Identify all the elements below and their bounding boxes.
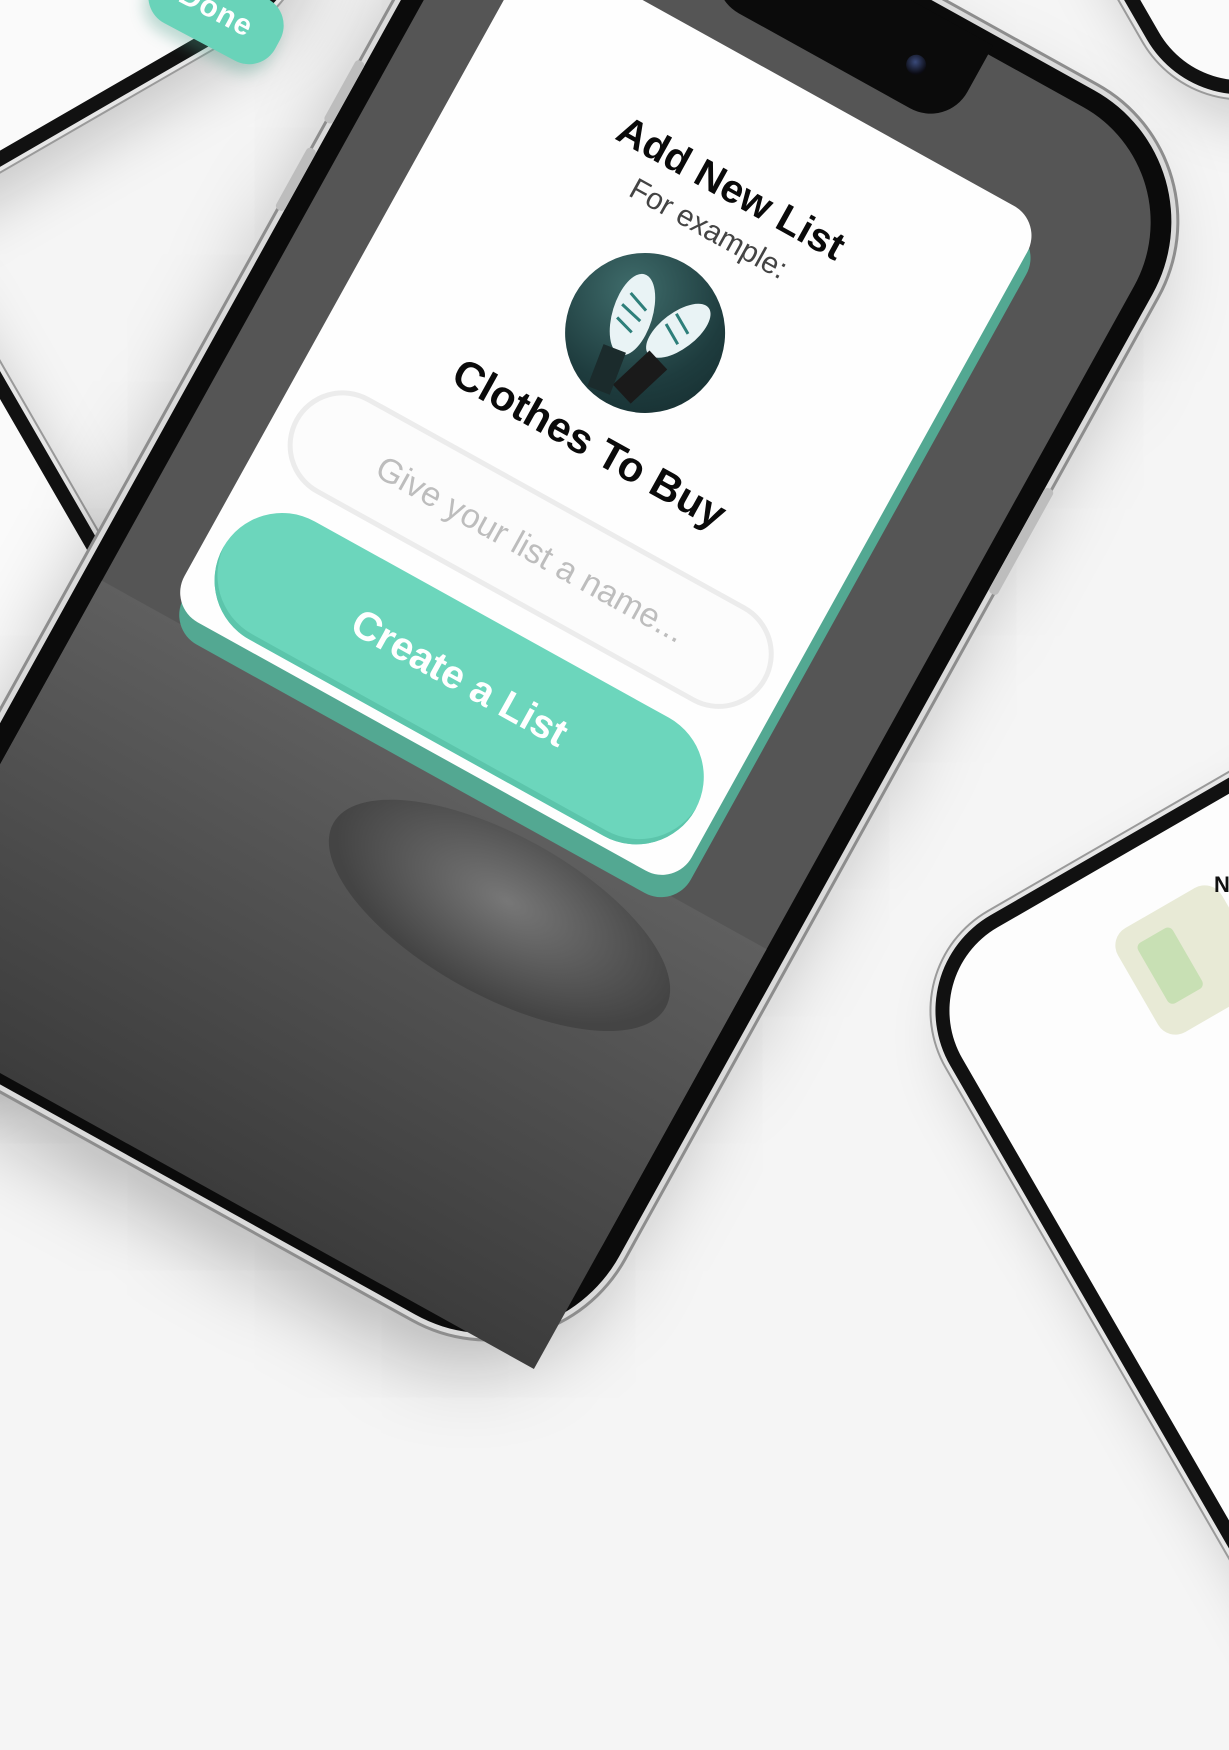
background-phone-bottom-right: [895, 670, 1229, 1750]
partial-heading: N: [1214, 872, 1229, 897]
background-phone-screen: [914, 689, 1229, 1731]
